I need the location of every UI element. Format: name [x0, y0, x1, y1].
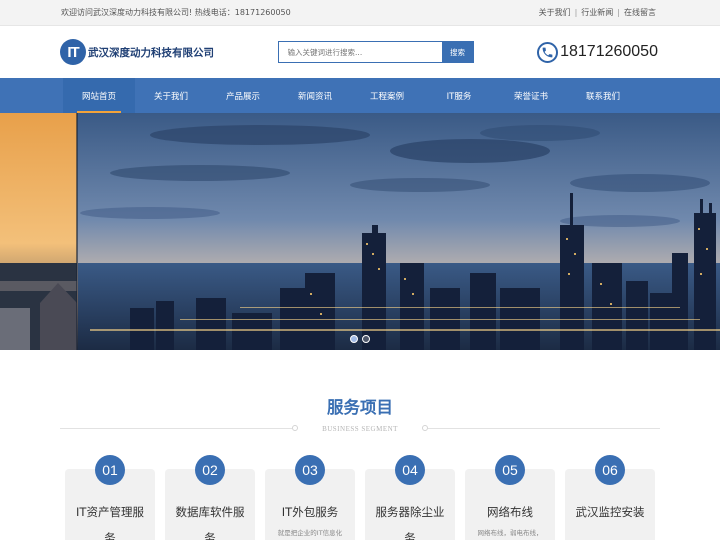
- services-section: 服务项目 BUSINESS SEGMENT 01 IT资产管理服务 02 数据库…: [0, 350, 720, 540]
- service-number: 04: [395, 455, 425, 485]
- top-link-about[interactable]: 关于我们: [539, 7, 571, 18]
- search-button[interactable]: 搜索: [441, 41, 474, 63]
- service-description: 网络布线，弱电布线，: [477, 529, 543, 537]
- logo-badge: IT: [60, 39, 86, 65]
- site-header: IT 武汉深度动力科技有限公司 搜索 18171260050: [0, 26, 720, 78]
- nav-item-cases[interactable]: 工程案例: [351, 78, 423, 113]
- main-nav: 网站首页 关于我们 产品展示 新闻资讯 工程案例 IT服务 荣誉证书 联系我们: [0, 78, 720, 113]
- service-title: 网络布线: [487, 505, 533, 519]
- service-title: IT外包服务: [281, 505, 339, 519]
- service-number: 02: [195, 455, 225, 485]
- nav-item-about[interactable]: 关于我们: [135, 78, 207, 113]
- phone-icon: [537, 41, 559, 63]
- banner-city-image: [0, 113, 720, 350]
- hotline-number: 18171260050: [560, 43, 658, 60]
- service-title: 服务器除尘业务: [375, 505, 445, 540]
- service-title: 数据库软件服务: [175, 505, 245, 540]
- top-link-separator: |: [617, 8, 620, 17]
- nav-item-news[interactable]: 新闻资讯: [279, 78, 351, 113]
- site-logo[interactable]: IT 武汉深度动力科技有限公司: [60, 39, 214, 65]
- welcome-text: 欢迎访问武汉深度动力科技有限公司! 热线电话：18171260050: [61, 8, 291, 17]
- top-info-bar: 欢迎访问武汉深度动力科技有限公司! 热线电话：18171260050 关于我们 …: [0, 0, 720, 26]
- top-link-news[interactable]: 行业新闻: [581, 7, 613, 18]
- top-link-separator: |: [574, 8, 578, 17]
- nav-item-it-service[interactable]: IT服务: [423, 78, 495, 113]
- section-title: 服务项目: [327, 398, 393, 417]
- search-form: 搜索: [277, 41, 474, 63]
- top-links: 关于我们 | 行业新闻 | 在线留言: [539, 7, 656, 18]
- search-input[interactable]: [277, 41, 442, 63]
- nav-item-home[interactable]: 网站首页: [63, 78, 135, 113]
- banner-dot-1[interactable]: [350, 335, 358, 343]
- service-title: 武汉监控安装: [575, 505, 645, 519]
- service-number: 06: [595, 455, 625, 485]
- nav-item-products[interactable]: 产品展示: [207, 78, 279, 113]
- nav-item-honors[interactable]: 荣誉证书: [495, 78, 567, 113]
- section-subtitle: BUSINESS SEGMENT: [322, 425, 398, 433]
- nav-item-contact[interactable]: 联系我们: [567, 78, 639, 113]
- service-title: IT资产管理服务: [76, 505, 144, 540]
- title-divider-right: [428, 428, 660, 429]
- banner-pagination: [350, 335, 370, 343]
- hotline: 18171260050: [537, 41, 658, 63]
- top-link-message[interactable]: 在线留言: [624, 7, 656, 18]
- service-number: 03: [295, 455, 325, 485]
- service-number: 01: [95, 455, 125, 485]
- banner-dot-2[interactable]: [362, 335, 370, 343]
- service-description: 就是把企业的IT信息化: [277, 529, 343, 537]
- company-name: 武汉深度动力科技有限公司: [88, 46, 214, 59]
- hero-banner[interactable]: [0, 113, 720, 350]
- service-number: 05: [495, 455, 525, 485]
